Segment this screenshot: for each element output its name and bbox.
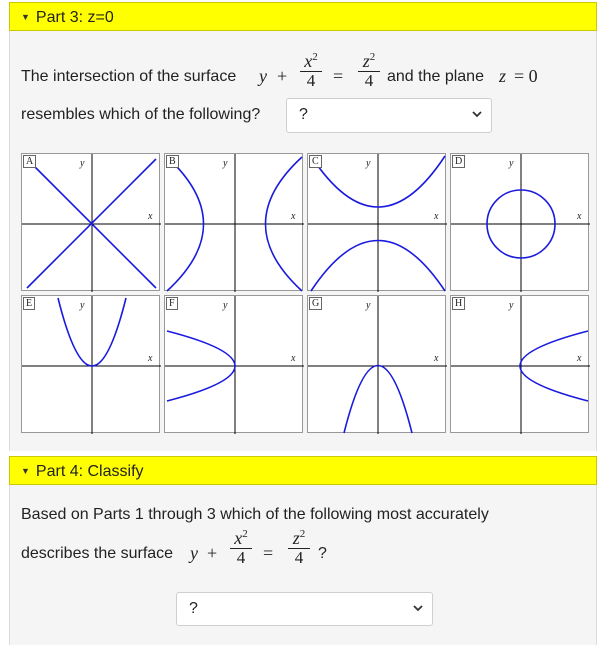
select-value: ? bbox=[189, 600, 198, 617]
eq-y: y bbox=[190, 543, 198, 563]
graph-option-b[interactable]: B y x bbox=[164, 153, 304, 292]
part4-text1: Based on Parts 1 through 3 which of the … bbox=[21, 506, 489, 523]
graph-option-d[interactable]: D y x bbox=[450, 153, 590, 292]
graph-g-plot bbox=[308, 296, 447, 434]
eq-y: y bbox=[259, 66, 267, 86]
graph-tag: G bbox=[309, 297, 323, 310]
x-axis-label: x bbox=[434, 353, 439, 364]
y-axis-label: y bbox=[366, 158, 371, 169]
part3-text3: resembles which of the following? bbox=[21, 106, 261, 123]
collapse-triangle-icon: ▼ bbox=[21, 466, 30, 476]
x-axis-label: x bbox=[291, 353, 296, 364]
y-axis-label: y bbox=[509, 300, 514, 311]
frac-exponent: 2 bbox=[369, 51, 376, 63]
eq-equals: = bbox=[333, 66, 344, 86]
fraction-x2-over-4: x2 4 bbox=[300, 48, 322, 90]
fraction-z2-over-4: z2 4 bbox=[288, 525, 310, 567]
part4-header[interactable]: ▼ Part 4: Classify bbox=[9, 456, 597, 485]
x-axis-label: x bbox=[577, 211, 582, 222]
frac-denominator: 4 bbox=[294, 548, 304, 567]
plane-eq: = 0 bbox=[514, 66, 538, 86]
graph-h-plot bbox=[451, 296, 590, 434]
frac-exponent: 2 bbox=[299, 528, 306, 540]
graph-tag: D bbox=[452, 155, 466, 168]
frac-numerator-z: z bbox=[362, 51, 370, 71]
graph-a-plot bbox=[22, 154, 161, 292]
frac-denominator: 4 bbox=[306, 71, 316, 90]
graph-option-g[interactable]: G y x bbox=[307, 295, 447, 434]
fraction-x2-over-4: x2 4 bbox=[230, 525, 252, 567]
part4-text2: describes the surface bbox=[21, 545, 174, 562]
fraction-z2-over-4: z2 4 bbox=[358, 48, 380, 90]
y-axis-label: y bbox=[366, 300, 371, 311]
x-axis-label: x bbox=[291, 211, 296, 222]
collapse-triangle-icon: ▼ bbox=[21, 12, 30, 22]
graph-b-plot bbox=[165, 154, 304, 292]
graph-option-a[interactable]: A y x bbox=[21, 153, 161, 292]
x-axis-label: x bbox=[434, 211, 439, 222]
select-value: ? bbox=[299, 106, 308, 123]
part3-title: Part 3: z=0 bbox=[35, 9, 114, 26]
part4-answer-select[interactable]: ? bbox=[176, 592, 433, 626]
x-axis-label: x bbox=[148, 211, 153, 222]
y-axis-label: y bbox=[223, 300, 228, 311]
eq-equals: = bbox=[263, 543, 274, 563]
chevron-down-icon bbox=[413, 605, 423, 612]
graph-tag: H bbox=[452, 297, 466, 310]
graph-tag: F bbox=[166, 297, 178, 310]
frac-denominator: 4 bbox=[364, 71, 374, 90]
frac-exponent: 2 bbox=[242, 528, 248, 540]
part4-qmark: ? bbox=[318, 545, 327, 562]
frac-exponent: 2 bbox=[312, 51, 318, 63]
frac-denominator: 4 bbox=[236, 548, 246, 567]
y-axis-label: y bbox=[509, 158, 514, 169]
graph-option-c[interactable]: C y x bbox=[307, 153, 447, 292]
part3-text1: The intersection of the surface bbox=[21, 68, 237, 85]
graph-e-plot bbox=[22, 296, 161, 434]
graph-tag: A bbox=[23, 155, 37, 168]
x-axis-label: x bbox=[148, 353, 153, 364]
y-axis-label: y bbox=[80, 158, 85, 169]
graph-tag: C bbox=[309, 155, 322, 168]
plane-z: z bbox=[499, 66, 507, 86]
graph-option-h[interactable]: H y x bbox=[450, 295, 590, 434]
eq-plus: + bbox=[277, 66, 288, 86]
part3-answer-select[interactable]: ? bbox=[286, 98, 492, 133]
y-axis-label: y bbox=[80, 300, 85, 311]
graph-d-plot bbox=[451, 154, 590, 292]
graph-tag: E bbox=[23, 297, 36, 310]
part3-text2: and the plane bbox=[387, 68, 484, 85]
graph-f-plot bbox=[165, 296, 304, 434]
chevron-down-icon bbox=[472, 111, 482, 118]
graph-option-e[interactable]: E y x bbox=[21, 295, 161, 434]
part4-title: Part 4: Classify bbox=[35, 463, 144, 480]
graph-option-f[interactable]: F y x bbox=[164, 295, 304, 434]
graph-tag: B bbox=[166, 155, 179, 168]
x-axis-label: x bbox=[577, 353, 582, 364]
frac-numerator-z: z bbox=[292, 528, 300, 548]
part3-header[interactable]: ▼ Part 3: z=0 bbox=[9, 2, 597, 31]
graph-c-plot bbox=[308, 154, 447, 292]
y-axis-label: y bbox=[223, 158, 228, 169]
eq-plus: + bbox=[207, 543, 218, 563]
